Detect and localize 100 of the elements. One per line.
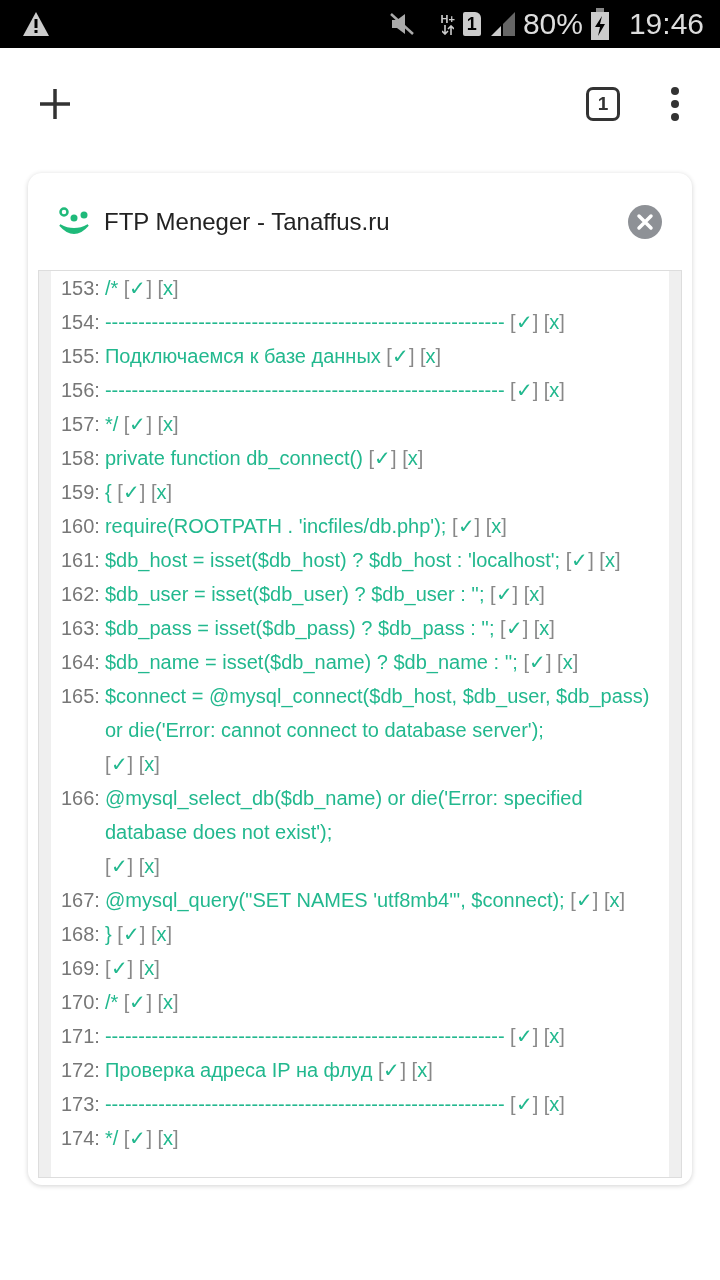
code-text: @mysql_select_db($db_name) or die('Error: specified database does not exist'); bbox=[104, 786, 584, 845]
code-text: private function db_connect() bbox=[104, 446, 363, 472]
line-number: 170: bbox=[61, 990, 100, 1015]
reject-link[interactable]: [x] bbox=[411, 1059, 433, 1081]
line-number: 165: bbox=[61, 684, 100, 709]
code-text: Подключаемся к базе данных bbox=[104, 344, 381, 369]
code-text: $connect = @mysql_connect($db_host, $db_user, $db_pass) or die('Error: cannot connect to database server'); bbox=[104, 684, 651, 743]
close-icon[interactable] bbox=[628, 204, 662, 239]
reject-link[interactable]: [x] bbox=[150, 481, 172, 503]
line-number: 174: bbox=[61, 1126, 100, 1151]
accept-link[interactable]: [✓] bbox=[523, 651, 552, 673]
reject-link[interactable]: [x] bbox=[157, 277, 179, 299]
code-text: */ bbox=[104, 412, 119, 437]
reject-link[interactable]: [x] bbox=[138, 753, 160, 775]
code-text: $db_name = isset($db_name) ? $db_name : ''; bbox=[104, 650, 518, 676]
line-number: 160: bbox=[61, 514, 100, 539]
reject-link[interactable]: [x] bbox=[523, 583, 545, 605]
accept-link[interactable]: [✓] bbox=[386, 345, 415, 367]
reject-link[interactable]: [x] bbox=[157, 1127, 179, 1149]
accept-link[interactable]: [✓] bbox=[104, 957, 134, 979]
accept-link[interactable]: [✓] bbox=[565, 549, 594, 571]
accept-link[interactable]: [✓] bbox=[117, 481, 146, 503]
accept-link[interactable]: [✓] bbox=[123, 991, 152, 1013]
code-text: $db_user = isset($db_user) ? $db_user : ''; bbox=[104, 582, 485, 608]
reject-link[interactable]: [x] bbox=[402, 447, 424, 469]
code-text: ------------------------------------------------------------ bbox=[104, 310, 505, 335]
code-text: { bbox=[104, 480, 112, 505]
accept-link[interactable]: [✓] bbox=[510, 1093, 539, 1115]
warning-icon bbox=[22, 11, 50, 37]
reject-link[interactable]: [x] bbox=[157, 413, 179, 435]
accept-link[interactable]: [✓] bbox=[451, 515, 481, 537]
line-number: 158: bbox=[61, 446, 100, 471]
reject-link[interactable]: [x] bbox=[543, 1025, 565, 1047]
battery-charging-icon bbox=[590, 8, 609, 40]
code-text: /* bbox=[104, 276, 119, 301]
line-number: 164: bbox=[61, 650, 100, 675]
line-number: 153: bbox=[61, 276, 100, 301]
accept-link[interactable]: [✓] bbox=[570, 889, 599, 911]
clock-time: 19:46 bbox=[628, 7, 704, 41]
line-number: 166: bbox=[61, 786, 100, 811]
accept-link[interactable]: [✓] bbox=[368, 447, 397, 469]
network-type: H+ bbox=[440, 13, 455, 25]
battery-level: 80% bbox=[522, 7, 583, 41]
menu-icon[interactable] bbox=[670, 87, 680, 121]
reject-link[interactable]: [x] bbox=[543, 311, 565, 333]
line-number: 159: bbox=[61, 480, 100, 505]
accept-link[interactable]: [✓] bbox=[510, 1025, 539, 1047]
reject-link[interactable]: [x] bbox=[420, 345, 442, 367]
reject-link[interactable]: [x] bbox=[138, 855, 160, 877]
accept-link[interactable]: [✓] bbox=[123, 1127, 152, 1149]
line-number: 168: bbox=[61, 922, 100, 947]
accept-link[interactable]: [✓] bbox=[104, 855, 134, 877]
code-text: ------------------------------------------------------------ bbox=[104, 1092, 505, 1117]
reject-link[interactable]: [x] bbox=[138, 957, 160, 979]
reject-link[interactable]: [x] bbox=[533, 617, 555, 639]
line-number: 169: bbox=[61, 956, 100, 981]
line-number: 154: bbox=[61, 310, 100, 335]
mute-icon bbox=[388, 12, 415, 36]
tab-count-button[interactable]: 1 bbox=[586, 87, 620, 121]
line-number: 155: bbox=[61, 344, 100, 369]
line-number: 157: bbox=[61, 412, 100, 437]
accept-link[interactable]: [✓] bbox=[123, 413, 152, 435]
line-number: 171: bbox=[61, 1024, 100, 1049]
line-number: 172: bbox=[61, 1058, 100, 1083]
reject-link[interactable]: [x] bbox=[157, 991, 179, 1013]
reject-link[interactable]: [x] bbox=[543, 379, 565, 401]
line-number: 161: bbox=[61, 548, 100, 573]
accept-link[interactable]: [✓] bbox=[510, 379, 539, 401]
code-text: require(ROOTPATH . 'incfiles/db.php'); bbox=[104, 514, 447, 539]
card-title: FTP Meneger - Tanaffus.ru bbox=[104, 207, 391, 236]
line-number: 167: bbox=[61, 888, 100, 913]
reject-link[interactable]: [x] bbox=[557, 651, 579, 673]
accept-link[interactable]: [✓] bbox=[123, 277, 152, 299]
accept-link[interactable]: [✓] bbox=[510, 311, 539, 333]
add-icon[interactable] bbox=[38, 87, 72, 121]
code-text: ------------------------------------------------------------ bbox=[104, 1024, 505, 1049]
code-text: $db_host = isset($db_host) ? $db_host : 'localhost'; bbox=[104, 548, 561, 574]
accept-link[interactable]: [✓] bbox=[117, 923, 146, 945]
code-text: Проверка адреса IP на флуд bbox=[104, 1058, 373, 1083]
line-number: 156: bbox=[61, 378, 100, 403]
code-text: /* bbox=[104, 990, 119, 1015]
code-text: @mysql_query("SET NAMES 'utf8mb4'", $connect); bbox=[104, 888, 565, 914]
accept-link[interactable]: [✓] bbox=[104, 753, 134, 775]
sim-slot: 1 bbox=[462, 12, 481, 36]
accept-link[interactable]: [✓] bbox=[500, 617, 529, 639]
reject-link[interactable]: [x] bbox=[603, 889, 626, 911]
line-number: 173: bbox=[61, 1092, 100, 1117]
reject-link[interactable]: [x] bbox=[599, 549, 621, 571]
accept-link[interactable]: [✓] bbox=[490, 583, 519, 605]
code-text: */ bbox=[104, 1126, 119, 1151]
smiley-logo-icon bbox=[58, 206, 90, 237]
code-text: ------------------------------------------------------------ bbox=[104, 378, 505, 403]
reject-link[interactable]: [x] bbox=[485, 515, 507, 537]
line-number: 162: bbox=[61, 582, 100, 607]
accept-link[interactable]: [✓] bbox=[377, 1059, 406, 1081]
code-text: } bbox=[104, 922, 112, 947]
reject-link[interactable]: [x] bbox=[150, 923, 172, 945]
data-arrows-icon bbox=[441, 24, 454, 35]
code-text: $db_pass = isset($db_pass) ? $db_pass : ''; bbox=[104, 616, 495, 642]
reject-link[interactable]: [x] bbox=[543, 1093, 565, 1115]
